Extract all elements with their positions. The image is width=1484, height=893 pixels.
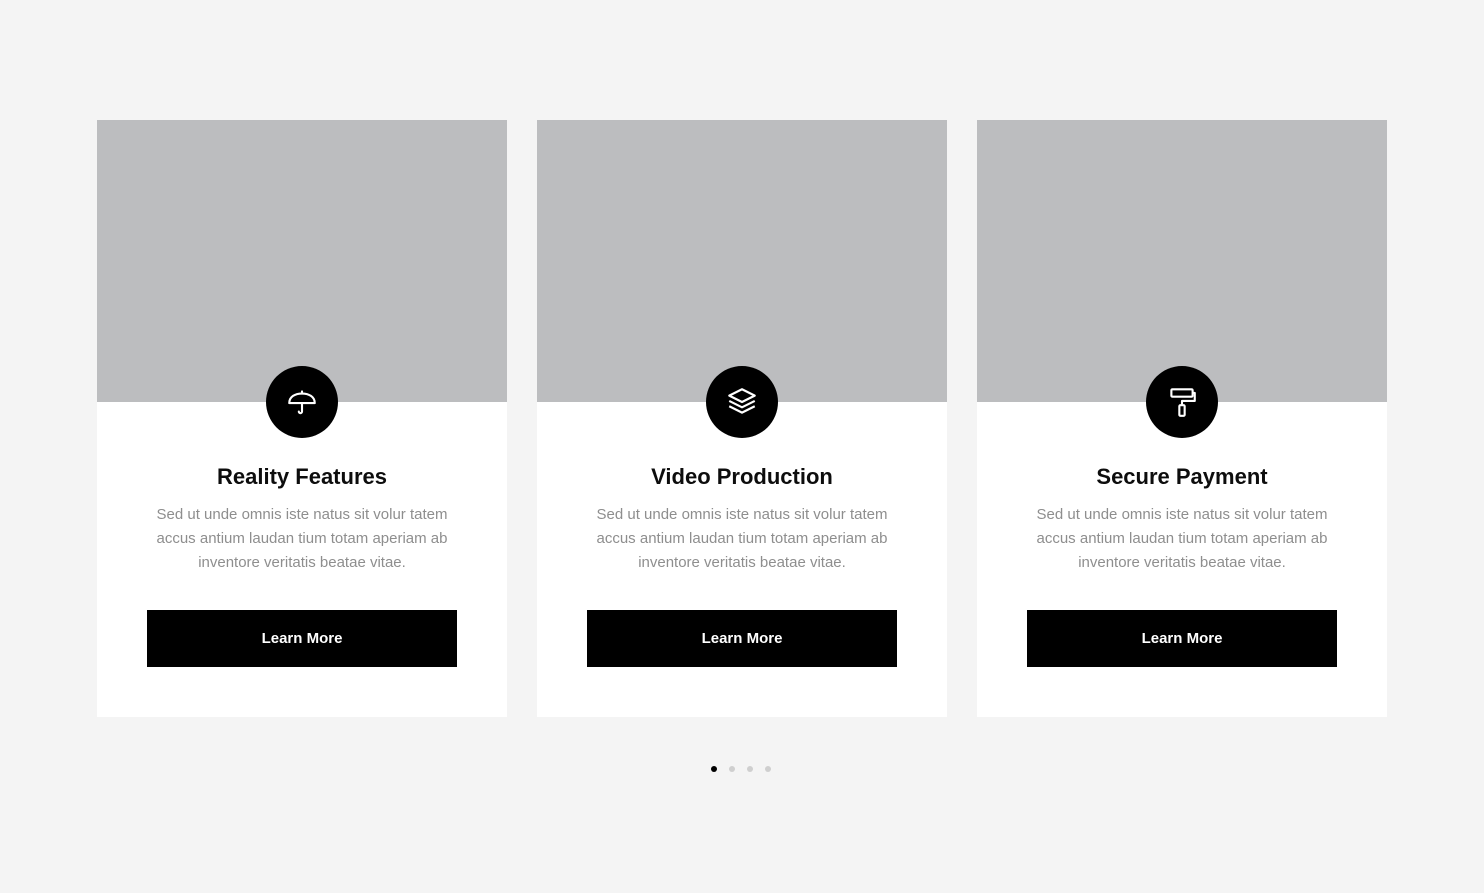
feature-card: Reality Features Sed ut unde omnis iste … — [97, 120, 507, 717]
learn-more-button[interactable]: Learn More — [587, 610, 897, 667]
card-title: Video Production — [651, 464, 833, 489]
paint-roller-icon — [1146, 366, 1218, 438]
umbrella-icon — [266, 366, 338, 438]
feature-card: Secure Payment Sed ut unde omnis iste na… — [977, 120, 1387, 717]
card-image-placeholder — [537, 120, 947, 402]
carousel-pagination — [711, 766, 771, 772]
pagination-dot[interactable] — [711, 766, 717, 772]
learn-more-button[interactable]: Learn More — [147, 610, 457, 667]
pagination-dot[interactable] — [765, 766, 771, 772]
pagination-dot[interactable] — [729, 766, 735, 772]
pagination-dot[interactable] — [747, 766, 753, 772]
card-title: Secure Payment — [1096, 464, 1268, 489]
card-image-placeholder — [97, 120, 507, 402]
feature-cards: Reality Features Sed ut unde omnis iste … — [97, 120, 1387, 717]
card-description: Sed ut unde omnis iste natus sit volur t… — [1036, 506, 1328, 571]
card-description: Sed ut unde omnis iste natus sit volur t… — [156, 506, 448, 571]
learn-more-button[interactable]: Learn More — [1027, 610, 1337, 667]
layers-icon — [706, 366, 778, 438]
card-description: Sed ut unde omnis iste natus sit volur t… — [596, 506, 888, 571]
card-title: Reality Features — [217, 464, 387, 489]
card-image-placeholder — [977, 120, 1387, 402]
feature-card: Video Production Sed ut unde omnis iste … — [537, 120, 947, 717]
